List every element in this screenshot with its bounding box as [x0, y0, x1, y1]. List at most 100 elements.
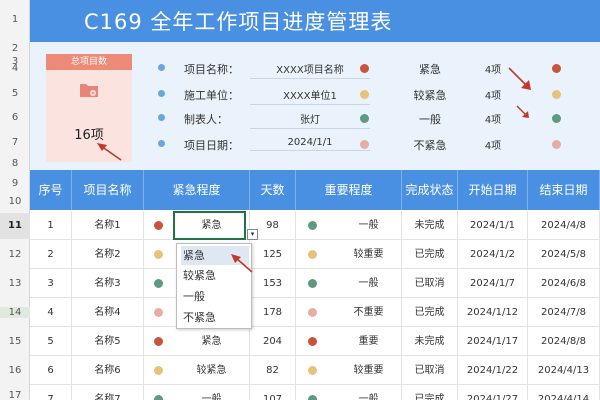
header-days[interactable]: 天数 [250, 170, 296, 210]
importance-dot-icon [308, 221, 317, 230]
info-value[interactable]: XXXX项目名称 [250, 61, 370, 79]
cell-no[interactable]: 7 [30, 385, 72, 400]
cell-name[interactable]: 名称2 [72, 240, 144, 269]
urgency-text: 较紧急 [196, 365, 227, 376]
cell-no[interactable]: 5 [30, 327, 72, 356]
cell-no[interactable]: 2 [30, 240, 72, 269]
cell-days[interactable]: 107 [250, 385, 296, 400]
bullet-icon [158, 140, 165, 147]
header-urgency[interactable]: 紧急程度 [144, 170, 250, 210]
row-number[interactable]: 15 [0, 336, 30, 347]
cell-name[interactable]: 名称1 [72, 211, 144, 240]
sheet-title[interactable]: C169 全年工作项目进度管理表 [84, 6, 392, 36]
cell-no[interactable]: 4 [30, 298, 72, 327]
cell-start[interactable]: 2024/1/1 [458, 211, 528, 240]
row-number[interactable]: 9 [0, 178, 30, 189]
title-band: C169 全年工作项目进度管理表 [30, 0, 600, 42]
priority-count: 4项 [484, 115, 502, 126]
row-number[interactable]: 6 [0, 112, 30, 123]
row-number[interactable]: 13 [0, 278, 30, 289]
total-projects-header: 总项目数 [46, 54, 132, 70]
info-value[interactable]: XXXX单位1 [250, 87, 370, 105]
row-number[interactable]: 10 [0, 196, 30, 207]
table-row: 1 名称1 紧急 98 一般 未完成 2024/1/1 2024/4/8 [30, 211, 600, 240]
arrow-annotation-icon [516, 105, 529, 118]
cell-end[interactable]: 2024/4/14 [528, 385, 600, 400]
header-importance[interactable]: 重要程度 [296, 170, 402, 210]
priority-count: 4项 [484, 141, 502, 152]
dropdown-button[interactable]: ▾ [247, 229, 258, 240]
cell-no[interactable]: 1 [30, 211, 72, 240]
cell-start[interactable]: 2024/1/27 [458, 385, 528, 400]
row-number[interactable]: 1 [0, 14, 30, 25]
row-number[interactable]: 7 [0, 137, 30, 148]
cell-days[interactable]: 125 [250, 240, 296, 269]
row-number-selected[interactable]: 11 [0, 213, 30, 239]
cell-no[interactable]: 6 [30, 356, 72, 385]
header-end[interactable]: 结束日期 [528, 170, 600, 210]
header-name[interactable]: 项目名称 [72, 170, 144, 210]
cell-start[interactable]: 2024/1/7 [458, 269, 528, 298]
priority-label: 一般 [419, 113, 441, 126]
active-cell-border[interactable] [173, 211, 246, 240]
cell-status[interactable]: 已取消 [402, 356, 458, 385]
row-number[interactable]: 8 [0, 158, 30, 169]
table-row: 3 名称3 153 一般 已取消 2024/1/7 2024/6/8 [30, 269, 600, 298]
cell-end[interactable]: 2024/8/8 [528, 327, 600, 356]
cell-days[interactable]: 178 [250, 298, 296, 327]
cell-days[interactable]: 153 [250, 269, 296, 298]
priority-label: 较紧急 [413, 89, 447, 102]
table-row: 7 名称7 一般 107 一般 已完成 2024/1/27 2024/4/14 [30, 385, 600, 400]
dropdown-option-normal[interactable]: 一般 [181, 287, 249, 306]
cell-status[interactable]: 未完成 [402, 327, 458, 356]
priority-dot-icon [552, 114, 561, 123]
cell-status[interactable]: 已完成 [402, 385, 458, 400]
header-status[interactable]: 完成状态 [402, 170, 458, 210]
priority-dot-icon [360, 114, 369, 123]
cell-days[interactable]: 204 [250, 327, 296, 356]
importance-text: 重要 [358, 336, 379, 347]
cell-status[interactable]: 已完成 [402, 298, 458, 327]
header-start[interactable]: 开始日期 [458, 170, 528, 210]
info-value[interactable]: 2024/1/1 [250, 137, 370, 151]
importance-dot-icon [308, 395, 317, 400]
row-number[interactable]: 16 [0, 365, 30, 376]
priority-dot-icon [360, 140, 369, 149]
cell-end[interactable]: 2024/4/13 [528, 356, 600, 385]
row-number[interactable]: 12 [0, 249, 30, 260]
importance-text: 一般 [358, 220, 379, 231]
row-number[interactable]: 4 [0, 63, 30, 74]
cell-start[interactable]: 2024/1/12 [458, 298, 528, 327]
cell-status[interactable]: 已取消 [402, 269, 458, 298]
header-no[interactable]: 序号 [30, 170, 72, 210]
cell-days[interactable]: 82 [250, 356, 296, 385]
row-number[interactable]: 5 [0, 88, 30, 99]
cell-end[interactable]: 2024/6/8 [528, 269, 600, 298]
cell-name[interactable]: 名称6 [72, 356, 144, 385]
priority-dot-icon [552, 64, 561, 73]
cell-end[interactable]: 2024/7/8 [528, 298, 600, 327]
cell-start[interactable]: 2024/1/17 [458, 327, 528, 356]
cell-end[interactable]: 2024/4/8 [528, 211, 600, 240]
priority-dot-icon [552, 140, 561, 149]
info-value[interactable]: 张灯 [250, 111, 370, 129]
cell-no[interactable]: 3 [30, 269, 72, 298]
row-number[interactable]: 2 [0, 43, 30, 54]
cell-start[interactable]: 2024/1/2 [458, 240, 528, 269]
importance-text: 一般 [358, 394, 379, 400]
row-number[interactable]: 17 [0, 390, 30, 400]
folder-icon [80, 84, 98, 97]
cell-status[interactable]: 已完成 [402, 240, 458, 269]
cell-name[interactable]: 名称7 [72, 385, 144, 400]
cell-name[interactable]: 名称4 [72, 298, 144, 327]
cell-name[interactable]: 名称3 [72, 269, 144, 298]
importance-dot-icon [308, 308, 317, 317]
row-number[interactable]: 14 [0, 307, 30, 318]
urgency-dot-icon [154, 250, 163, 259]
dropdown-option-not-urgent[interactable]: 不紧急 [181, 308, 249, 327]
cell-end[interactable]: 2024/5/8 [528, 240, 600, 269]
cell-status[interactable]: 未完成 [402, 211, 458, 240]
cell-start[interactable]: 2024/1/22 [458, 356, 528, 385]
cell-name[interactable]: 名称5 [72, 327, 144, 356]
importance-text: 不重要 [353, 307, 384, 318]
